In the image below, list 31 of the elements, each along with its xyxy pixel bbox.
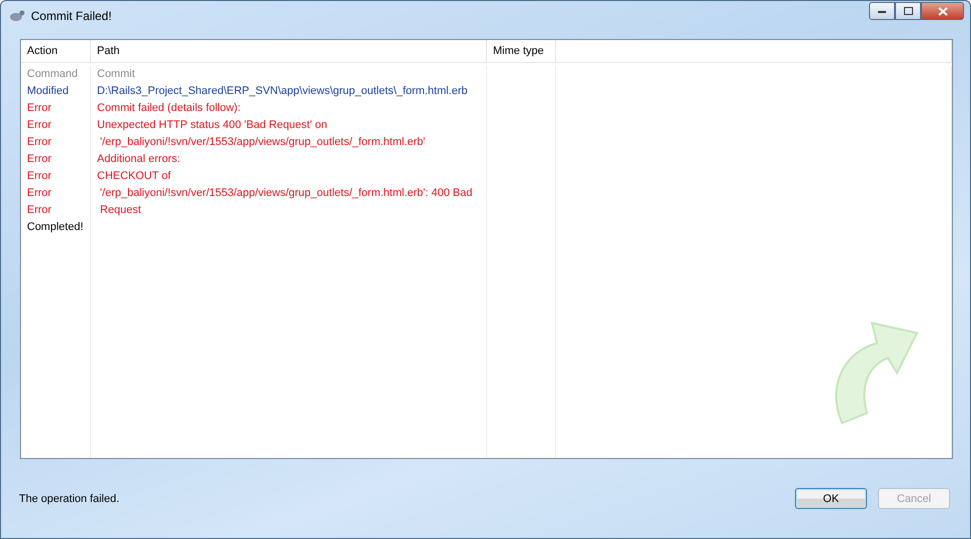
status-message: The operation failed. (19, 492, 120, 504)
path-cell-text: Unexpected HTTP status 400 'Bad Request' on (96, 118, 328, 133)
column-header[interactable]: Action (21, 40, 91, 62)
maximize-button[interactable] (895, 2, 921, 20)
action-cell-text: Modified (26, 84, 70, 99)
action-cell-text: Error (26, 203, 52, 218)
action-cell-text: Error (26, 152, 52, 167)
column-header[interactable]: Mime type (487, 40, 556, 62)
action-cell-text: Completed! (26, 220, 84, 235)
path-cell-text: Commit failed (details follow): (96, 101, 242, 116)
action-cell-text: Error (26, 118, 52, 133)
close-button[interactable] (921, 2, 964, 20)
action-cell-text: Error (26, 135, 52, 150)
minimize-icon (878, 10, 886, 12)
path-cell-text: Request (99, 203, 142, 218)
window-title: Commit Failed! (31, 9, 113, 23)
action-cell-text: Error (26, 186, 52, 201)
close-icon (938, 6, 948, 16)
action-cell-text: Command (26, 67, 79, 82)
maximize-icon (904, 7, 912, 15)
path-cell-text: CHECKOUT of (96, 169, 172, 184)
column-header[interactable]: Path (91, 40, 487, 62)
path-cell-text: Commit (96, 67, 136, 82)
path-cell-text: D:\Rails3_Project_Shared\ERP_SVN\app\views\grup_outlets\_form.html.erb (96, 84, 469, 99)
path-cell-text: '/erp_baliyoni/!svn/ver/1553/app/views/grup_outlets/_form.html.erb' (99, 135, 426, 150)
action-cell-text: Error (26, 101, 52, 116)
path-cell-text: Additional errors: (96, 152, 182, 167)
dialog-button[interactable]: OK (795, 488, 867, 509)
action-cell-text: Error (26, 169, 52, 184)
path-cell-text: '/erp_baliyoni/!svn/ver/1553/app/views/grup_outlets/_form.html.erb': 400 Bad (99, 186, 474, 201)
minimize-button[interactable] (869, 2, 895, 20)
